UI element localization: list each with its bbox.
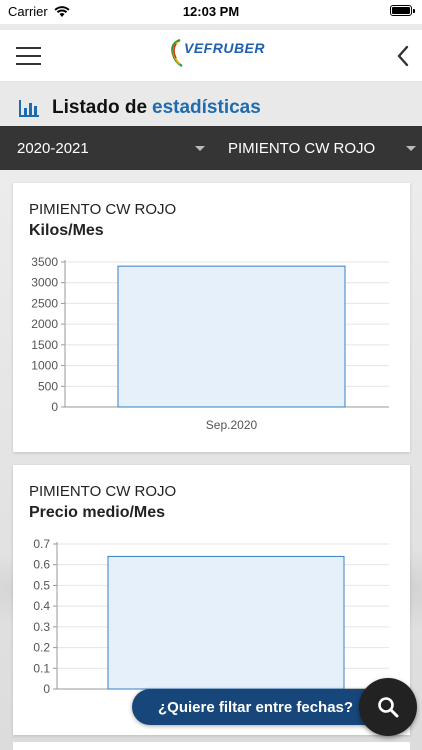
page-title: Listado de estadísticas xyxy=(18,94,261,122)
y-tick-label: 1000 xyxy=(31,359,58,373)
clock: 12:03 PM xyxy=(182,4,240,19)
hamburger-icon[interactable] xyxy=(16,47,41,65)
top-nav: VEFRUBER xyxy=(0,30,422,82)
x-tick-label: Sep.2020 xyxy=(206,418,258,432)
y-tick-label: 1500 xyxy=(31,338,58,352)
y-tick-label: 0 xyxy=(43,682,50,696)
chart-card-subtitle: Kilos/Mes xyxy=(29,222,104,239)
y-tick-label: 0.6 xyxy=(33,558,50,572)
page-title-highlight: estadísticas xyxy=(152,97,261,118)
logo-text: VEFRUBER xyxy=(184,40,266,56)
y-tick-label: 0.2 xyxy=(33,641,50,655)
season-select-value: 2020-2021 xyxy=(17,139,89,157)
filter-bar: 2020-2021 PIMIENTO CW ROJO xyxy=(0,126,422,170)
date-filter-label: ¿Quiere filtar entre fechas? xyxy=(158,698,354,716)
y-tick-label: 0 xyxy=(51,400,58,414)
caret-down-icon xyxy=(195,146,205,151)
logo: VEFRUBER xyxy=(166,38,265,70)
page-title-prefix: Listado de xyxy=(52,97,148,118)
caret-down-icon xyxy=(406,146,416,151)
bar xyxy=(107,555,345,690)
y-tick-label: 0.4 xyxy=(33,599,50,613)
chart-card-next xyxy=(13,742,410,750)
chart-card-title: PIMIENTO CW ROJO xyxy=(29,483,177,500)
y-tick-label: 0.7 xyxy=(33,537,50,551)
battery-icon xyxy=(390,5,415,16)
y-tick-label: 0.5 xyxy=(33,578,50,592)
y-tick-label: 3500 xyxy=(31,255,58,269)
y-tick-label: 2500 xyxy=(31,296,58,310)
y-tick-label: 500 xyxy=(38,379,58,393)
search-button[interactable] xyxy=(359,678,417,736)
y-tick-label: 0.3 xyxy=(33,620,50,634)
y-tick-label: 3000 xyxy=(31,276,58,290)
product-select-value: PIMIENTO CW ROJO xyxy=(228,139,376,157)
status-bar: Carrier 12:03 PM xyxy=(0,0,422,24)
bar xyxy=(117,265,346,408)
bar-chart-icon xyxy=(19,100,39,117)
chart-card-subtitle: Precio medio/Mes xyxy=(29,504,166,521)
chevron-left-icon[interactable] xyxy=(394,44,412,68)
chart-card-kilos: 0 500 1000 1500 2000 2500 3000 3500 Sep.2020 PIM… xyxy=(13,183,410,452)
product-select[interactable]: PIMIENTO CW ROJO xyxy=(228,126,418,170)
y-tick-label: 0.1 xyxy=(33,661,50,675)
logo-swoosh-icon xyxy=(171,38,183,68)
y-tick-label: 2000 xyxy=(31,317,58,331)
season-select[interactable]: 2020-2021 xyxy=(17,126,209,170)
date-filter-button[interactable]: ¿Quiere filtar entre fechas? xyxy=(132,689,382,725)
search-icon xyxy=(378,697,399,718)
chart-card-title: PIMIENTO CW ROJO xyxy=(29,201,177,218)
